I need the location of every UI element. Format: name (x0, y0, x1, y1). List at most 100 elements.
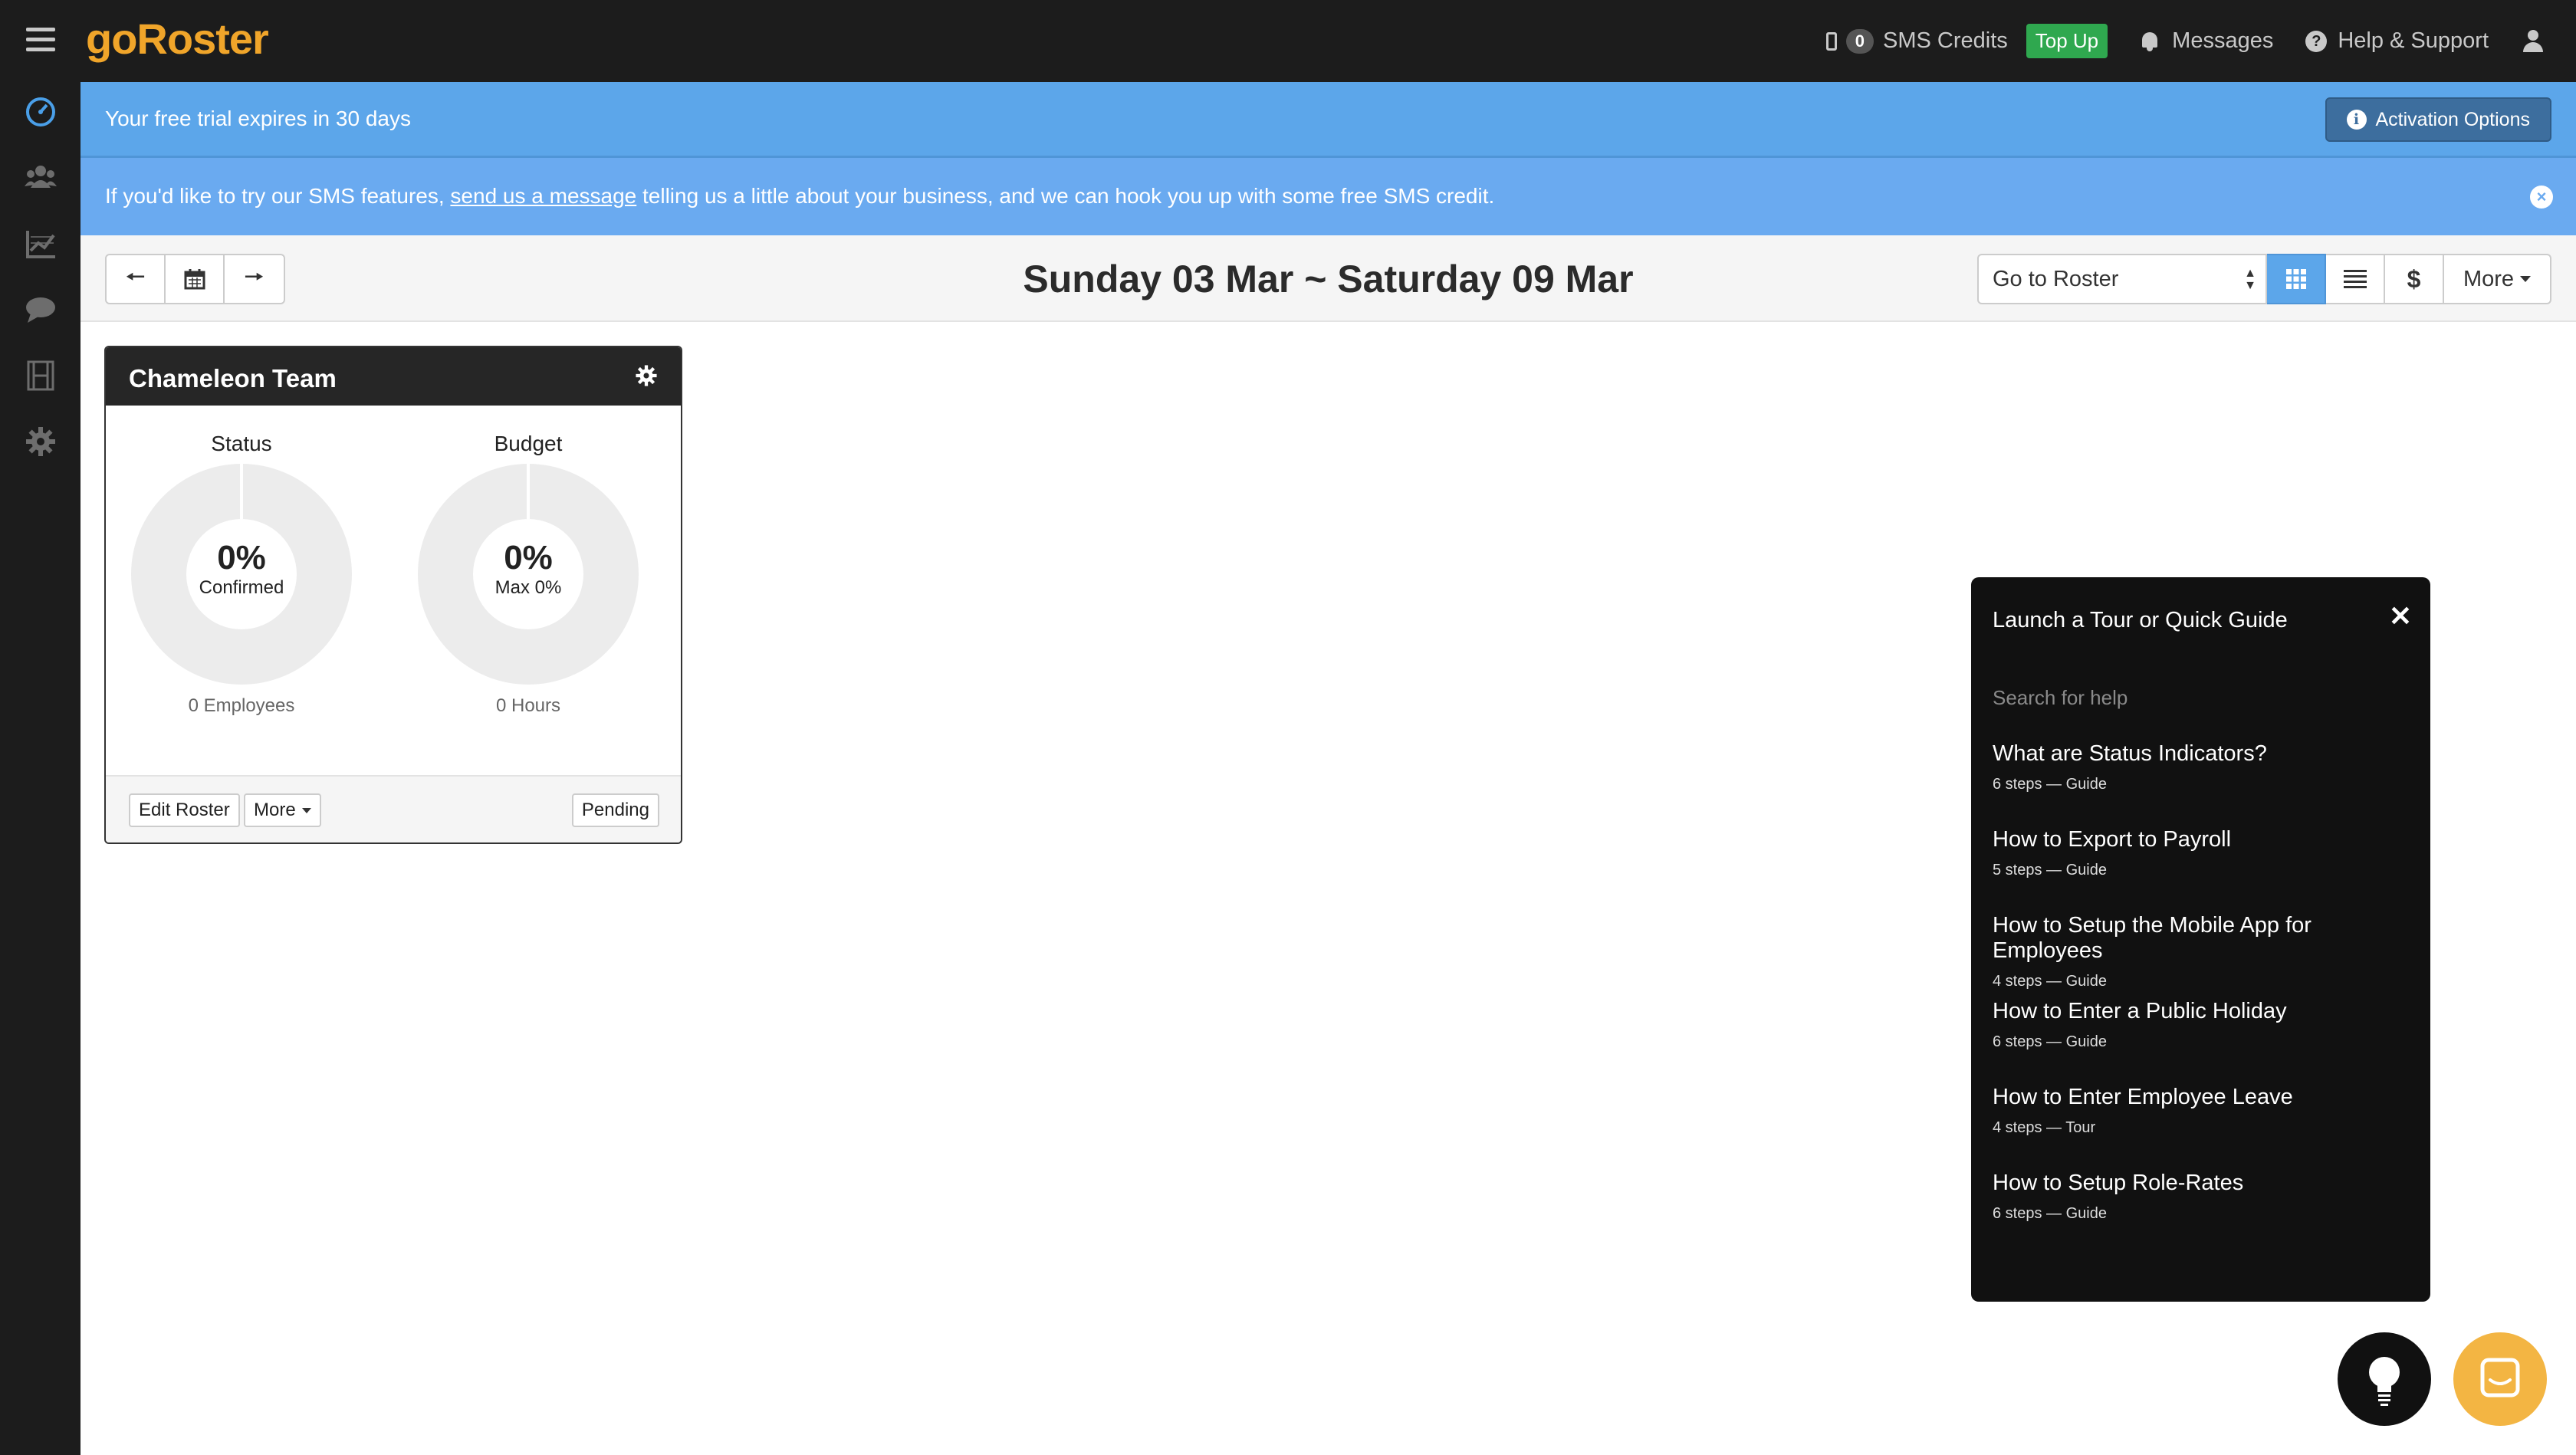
team-card-footer: Edit Roster More Pending (106, 775, 681, 842)
guide-item[interactable]: How to Setup Role-Rates 6 steps — Guide (1993, 1171, 2422, 1223)
sms-credits-link[interactable]: 0 SMS Credits (1825, 28, 2008, 54)
arrow-right-icon: 🠖 (244, 264, 264, 290)
budget-label: Budget (494, 432, 563, 455)
hamburger-menu-icon[interactable] (26, 28, 55, 54)
user-icon[interactable] (2521, 29, 2545, 54)
status-donut: 0% Confirmed (131, 464, 352, 685)
status-value: 0% (217, 539, 266, 576)
chart-icon[interactable] (25, 228, 57, 260)
sms-credits-label: SMS Credits (1883, 28, 2008, 53)
budget-donut: 0% Max 0% (418, 464, 639, 685)
sidebar (0, 82, 80, 1455)
grid-icon (2285, 269, 2306, 289)
card-more-button[interactable]: More (244, 793, 321, 827)
activation-options-label: Activation Options (2375, 108, 2531, 130)
guide-meta: 5 steps — Guide (1993, 862, 2107, 879)
grid-view-button[interactable] (2267, 254, 2326, 304)
close-icon[interactable]: ✕ (2389, 600, 2412, 632)
select-arrows-icon: ▲ ▼ (2244, 267, 2256, 292)
caret-down-icon (301, 807, 311, 813)
list-view-button[interactable] (2326, 254, 2385, 304)
edit-roster-button[interactable]: Edit Roster (129, 793, 240, 827)
dashboard-icon[interactable] (25, 96, 57, 128)
dollar-icon: $ (2407, 264, 2421, 293)
calendar-button[interactable] (166, 255, 225, 303)
logo-go-text: go (86, 15, 137, 63)
logo-roster-text: Roster (136, 15, 268, 63)
help-search-input[interactable]: Search for help (1993, 686, 2128, 710)
budget-sub: Max 0% (495, 577, 562, 598)
budget-donut-center: 0% Max 0% (473, 519, 583, 629)
guide-item[interactable]: What are Status Indicators? 6 steps — Gu… (1993, 741, 2422, 793)
help-panel-title: Launch a Tour or Quick Guide (1993, 608, 2288, 632)
team-name: Chameleon Team (129, 364, 337, 392)
top-right-menu: 0 SMS Credits Top Up Messages ? Help & S… (1825, 0, 2576, 82)
question-circle-icon: ? (2305, 30, 2328, 52)
chat-widget-button[interactable] (2453, 1332, 2547, 1426)
lightbulb-help-button[interactable] (2338, 1332, 2431, 1426)
trial-banner: Your free trial expires in 30 days i Act… (80, 82, 2576, 158)
messages-label: Messages (2172, 28, 2274, 53)
previous-week-button[interactable]: 🠔 (107, 255, 166, 303)
sms-text-before: If you'd like to try our SMS features, (105, 184, 451, 208)
pending-button[interactable]: Pending (571, 793, 659, 827)
gear-icon[interactable] (25, 425, 57, 458)
go-to-roster-value: Go to Roster (1993, 266, 2119, 291)
guide-item[interactable]: How to Enter Employee Leave 4 steps — To… (1993, 1085, 2422, 1137)
chat-icon (2480, 1358, 2520, 1398)
guide-meta: 6 steps — Guide (1993, 776, 2107, 793)
guide-title: How to Export to Payroll (1993, 827, 2232, 852)
card-more-label: More (254, 800, 296, 820)
gororster-logo[interactable]: goRoster (86, 14, 269, 64)
chat-bubble-icon[interactable] (25, 294, 57, 326)
guide-meta: 6 steps — Guide (1993, 1033, 2107, 1050)
bell-icon (2140, 31, 2160, 52)
list-icon (2343, 270, 2367, 288)
sms-text-after: telling us a little about your business,… (636, 184, 1495, 208)
week-navigation: 🠔 🠖 (105, 254, 285, 304)
budget-value: 0% (504, 539, 553, 576)
hours-count: 0 Hours (495, 695, 561, 716)
help-support-label: Help & Support (2338, 28, 2489, 53)
calendar-icon (184, 269, 205, 290)
budget-stat: Budget 0% Max 0% 0 Hours (409, 432, 647, 717)
view-tools: Go to Roster ▲ ▼ $ More (1977, 254, 2551, 304)
send-message-link[interactable]: send us a message (450, 184, 636, 208)
roster-toolbar: Sunday 03 Mar ~ Saturday 09 Mar 🠔 🠖 Go t… (80, 235, 2576, 322)
messages-link[interactable]: Messages (2140, 28, 2273, 54)
guide-title: How to Setup Role-Rates (1993, 1171, 2244, 1195)
arrow-left-icon: 🠔 (125, 264, 146, 290)
info-icon: i (2346, 110, 2367, 130)
people-icon[interactable] (25, 162, 57, 194)
guide-item[interactable]: How to Setup the Mobile App for Employee… (1993, 913, 2422, 990)
guide-item[interactable]: How to Enter a Public Holiday 6 steps — … (1993, 999, 2422, 1051)
guide-title: How to Enter a Public Holiday (1993, 999, 2287, 1023)
film-icon[interactable] (25, 360, 57, 392)
sms-banner-text: If you'd like to try our SMS features, s… (105, 184, 1494, 209)
next-week-button[interactable]: 🠖 (225, 255, 284, 303)
trial-text: Your free trial expires in 30 days (105, 107, 411, 130)
guide-item[interactable]: How to Export to Payroll 5 steps — Guide (1993, 827, 2422, 879)
status-sub: Confirmed (199, 577, 284, 598)
status-stat: Status 0% Confirmed 0 Employees (123, 432, 360, 717)
team-settings-gear-icon[interactable] (635, 364, 658, 387)
employees-count: 0 Employees (188, 695, 295, 716)
status-label: Status (211, 432, 272, 455)
phone-icon (1825, 31, 1837, 51)
sms-count-badge: 0 (1845, 28, 1874, 54)
cost-view-button[interactable]: $ (2385, 254, 2444, 304)
guide-meta: 4 steps — Tour (1993, 1119, 2096, 1136)
sms-banner: If you'd like to try our SMS features, s… (80, 158, 2576, 235)
guide-title: How to Setup the Mobile App for Employee… (1993, 913, 2312, 963)
help-support-link[interactable]: ? Help & Support (2305, 28, 2489, 54)
go-to-roster-select[interactable]: Go to Roster ▲ ▼ (1977, 254, 2267, 304)
help-guide-panel: Launch a Tour or Quick Guide ✕ Search fo… (1971, 577, 2430, 1302)
top-up-button[interactable]: Top Up (2026, 24, 2108, 58)
guide-meta: 6 steps — Guide (1993, 1205, 2107, 1222)
activation-options-button[interactable]: i Activation Options (2325, 97, 2551, 142)
more-dropdown-button[interactable]: More (2444, 254, 2551, 304)
status-donut-center: 0% Confirmed (186, 519, 297, 629)
guide-title: How to Enter Employee Leave (1993, 1085, 2293, 1109)
close-banner-icon[interactable]: × (2530, 186, 2553, 209)
more-label: More (2463, 266, 2515, 291)
